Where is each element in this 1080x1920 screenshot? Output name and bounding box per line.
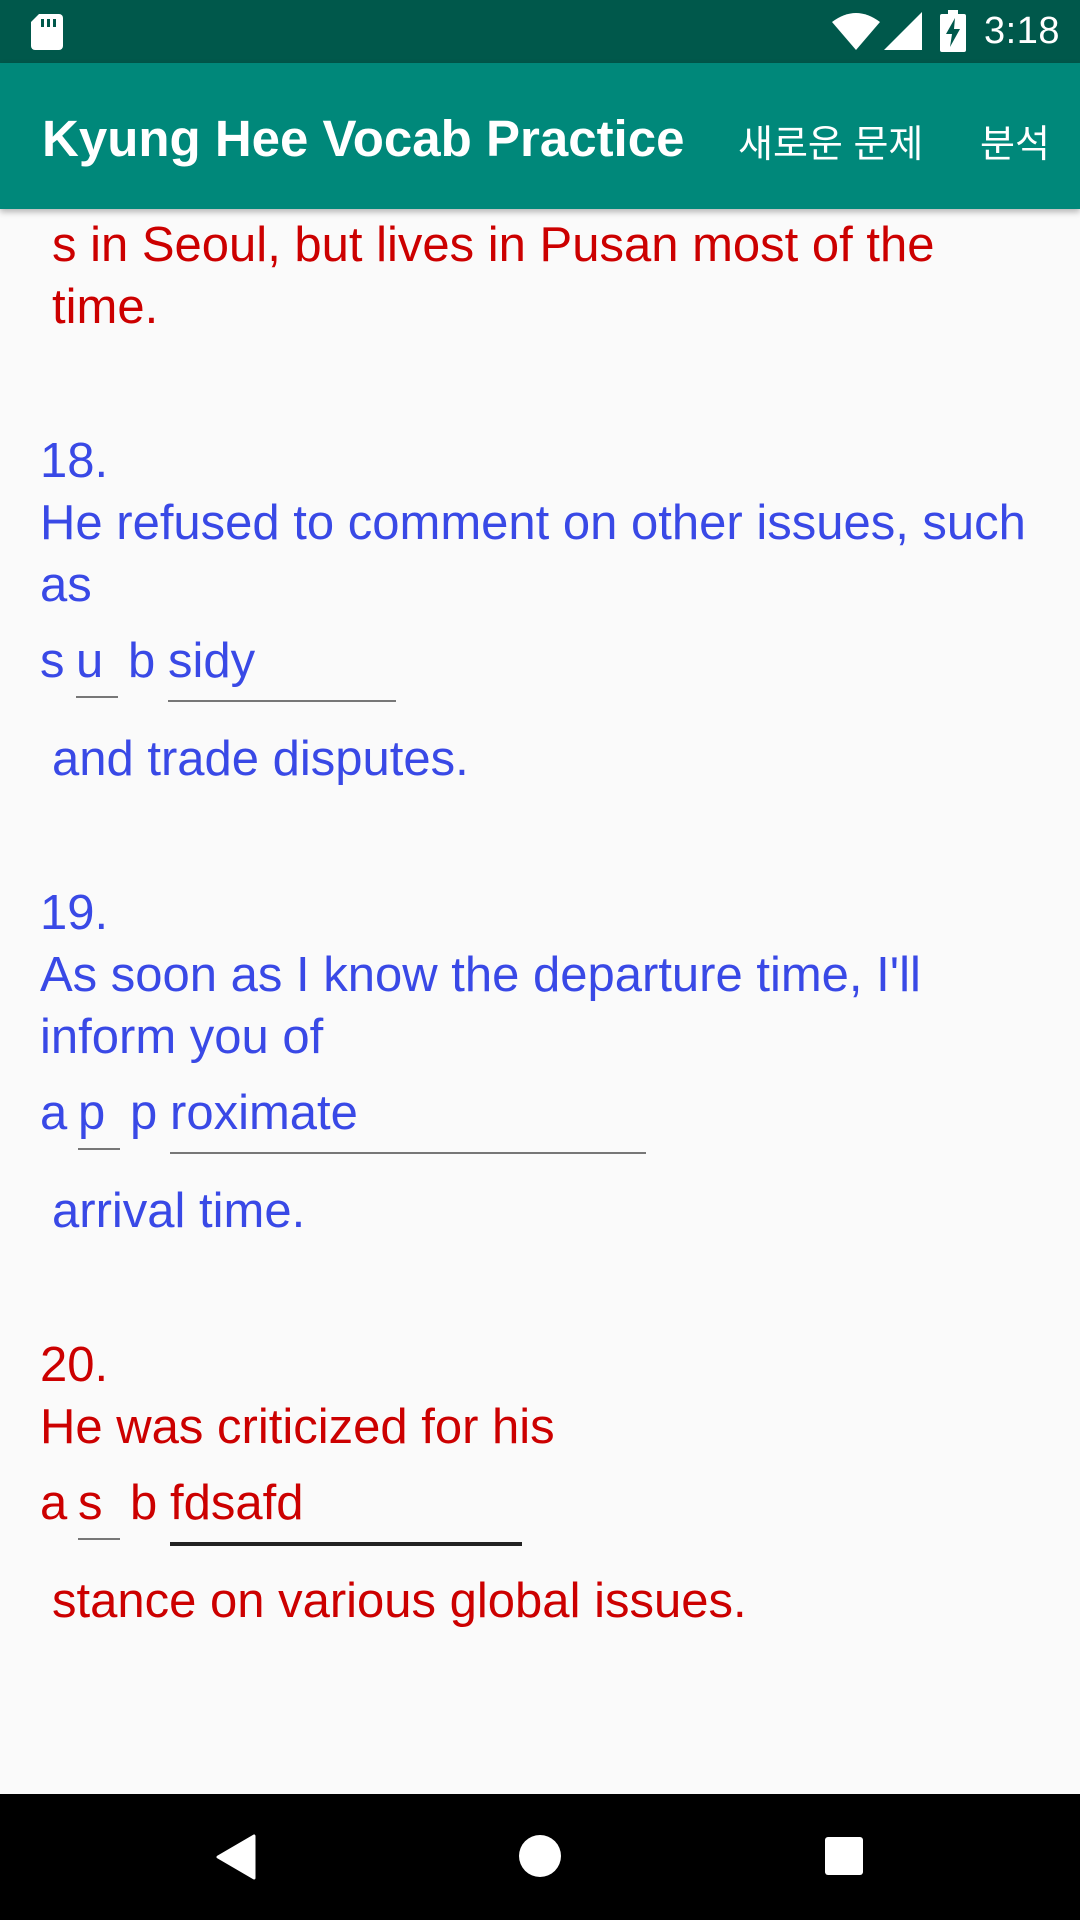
question-sentence: As soon as I know the departure time, I'… xyxy=(40,948,921,1064)
hint-blank: p xyxy=(78,1082,120,1150)
home-icon[interactable] xyxy=(518,1834,562,1878)
answer-letter: b xyxy=(128,634,156,688)
question-number: 18. xyxy=(40,434,109,488)
answer-input[interactable]: roximate xyxy=(170,1082,646,1154)
answer-letter: b xyxy=(130,1476,158,1530)
question-sentence: He refused to comment on other issues, s… xyxy=(40,496,1026,612)
question-20: 20. He was criticized for his a s b fdsa… xyxy=(0,1334,1040,1632)
wifi-icon xyxy=(832,13,880,50)
question-number: 20. xyxy=(40,1338,109,1392)
question-17: s in Seoul, but lives in Pusan most of t… xyxy=(0,209,1040,338)
answer-input[interactable]: sidy xyxy=(168,630,396,702)
question-sentence: He was criticized for his xyxy=(40,1400,555,1454)
question-number: 19. xyxy=(40,886,109,940)
sd-card-icon xyxy=(31,14,63,50)
recents-icon[interactable] xyxy=(824,1836,864,1876)
question-sentence-end: stance on various global issues. xyxy=(52,1574,747,1628)
new-question-button[interactable]: 새로운 문제 xyxy=(738,113,923,168)
answer-row: a p p roximate xyxy=(40,1082,1040,1158)
question-list[interactable]: s in Seoul, but lives in Pusan most of t… xyxy=(0,209,1080,1794)
answer-letter: a xyxy=(40,1476,68,1530)
question-18: 18. He refused to comment on other issue… xyxy=(0,430,1040,790)
answer-letter: s xyxy=(40,634,65,688)
answer-letter: a xyxy=(40,1086,68,1140)
answer-input[interactable]: fdsafd xyxy=(170,1472,522,1546)
signal-icon xyxy=(884,12,922,50)
status-clock: 3:18 xyxy=(984,10,1060,52)
question-sentence-end: arrival time. xyxy=(52,1184,306,1238)
answer-letter: p xyxy=(130,1086,158,1140)
back-icon[interactable] xyxy=(214,1834,258,1880)
question-sentence-end: s in Seoul, but lives in Pusan most of t… xyxy=(52,218,935,334)
navigation-bar xyxy=(0,1794,1080,1920)
hint-blank: u xyxy=(76,630,118,698)
question-sentence-end: and trade disputes. xyxy=(52,732,469,786)
hint-blank: s xyxy=(78,1472,120,1540)
answer-row: a s b fdsafd xyxy=(40,1472,1040,1548)
app-bar: Kyung Hee Vocab Practice 새로운 문제 분석 xyxy=(0,63,1080,209)
answer-row: s u b sidy xyxy=(40,630,1040,706)
question-19: 19. As soon as I know the departure time… xyxy=(0,882,1040,1242)
status-bar: 3:18 xyxy=(0,0,1080,63)
battery-charging-icon xyxy=(940,10,966,52)
app-title: Kyung Hee Vocab Practice xyxy=(42,110,685,167)
analysis-button[interactable]: 분석 xyxy=(980,113,1050,168)
